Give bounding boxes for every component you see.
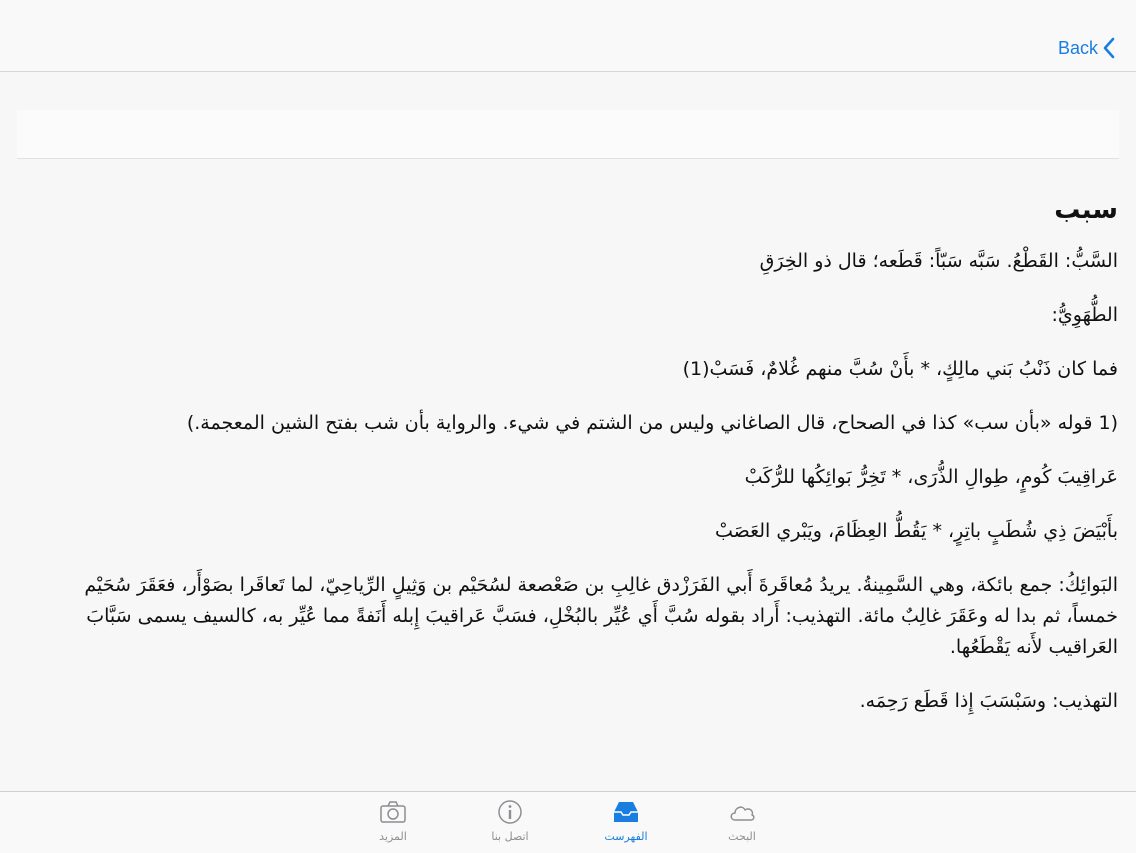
navigation-bar: Back xyxy=(0,0,1136,72)
article-paragraph: الطُّهَوِيُّ: xyxy=(1051,304,1119,326)
article-paragraph: البَوائِكُ: جمع بائكة، وهي السَّمِينةُ. … xyxy=(84,574,1118,658)
tab-label: المزيد xyxy=(379,830,407,843)
tab-label: اتصل بنا xyxy=(491,830,529,843)
chevron-left-icon xyxy=(1103,37,1115,59)
tab-label: الفهرست xyxy=(604,830,648,843)
back-button[interactable]: Back xyxy=(1058,36,1116,60)
tab-more[interactable]: المزيد xyxy=(348,798,438,848)
article-paragraph: التهذيب: وسَبْسَبَ إِذا قَطَع رَحِمَه. xyxy=(859,690,1118,712)
tab-label: البحث xyxy=(728,830,756,843)
info-icon xyxy=(498,800,522,824)
cloud-icon xyxy=(730,806,755,821)
article-paragraph: عَراقِيبَ كُومٍ، طِوالِ الذُّرَى، * تَخِ… xyxy=(744,466,1118,488)
article-paragraph: فما كان ذَنْبُ بَني مالِكٍ، * بأَنْ سُبَ… xyxy=(682,358,1118,380)
headword-title: سبب xyxy=(1054,195,1118,225)
article-paragraph: السَّبُّ: القَطْعُ. سَبَّه سَبّاً: قَطَع… xyxy=(759,250,1118,272)
article-scroll-view[interactable]: سبب السَّبُّ: القَطْعُ. سَبَّه سَبّاً: ق… xyxy=(0,72,1136,791)
back-label: Back xyxy=(1057,37,1098,58)
tab-search[interactable]: البحث xyxy=(697,798,787,848)
tray-icon xyxy=(614,802,638,822)
article-paragraph: بأَبْيَضَ ذِي شُطَبٍ باتِرٍ، * يَقُطُّ ا… xyxy=(714,520,1118,542)
tab-contact[interactable]: اتصل بنا xyxy=(465,798,555,848)
camera-icon xyxy=(380,801,406,823)
tab-bar: المزيد اتصل بنا الفهرست البحث xyxy=(0,791,1136,853)
search-strip[interactable] xyxy=(17,110,1119,159)
article-body: سبب السَّبُّ: القَطْعُ. سَبَّه سَبّاً: ق… xyxy=(40,192,1118,740)
tab-index[interactable]: الفهرست xyxy=(581,798,671,848)
article-footnote: (1 قوله «بأن سب» كذا في الصحاح، قال الصا… xyxy=(186,412,1118,434)
